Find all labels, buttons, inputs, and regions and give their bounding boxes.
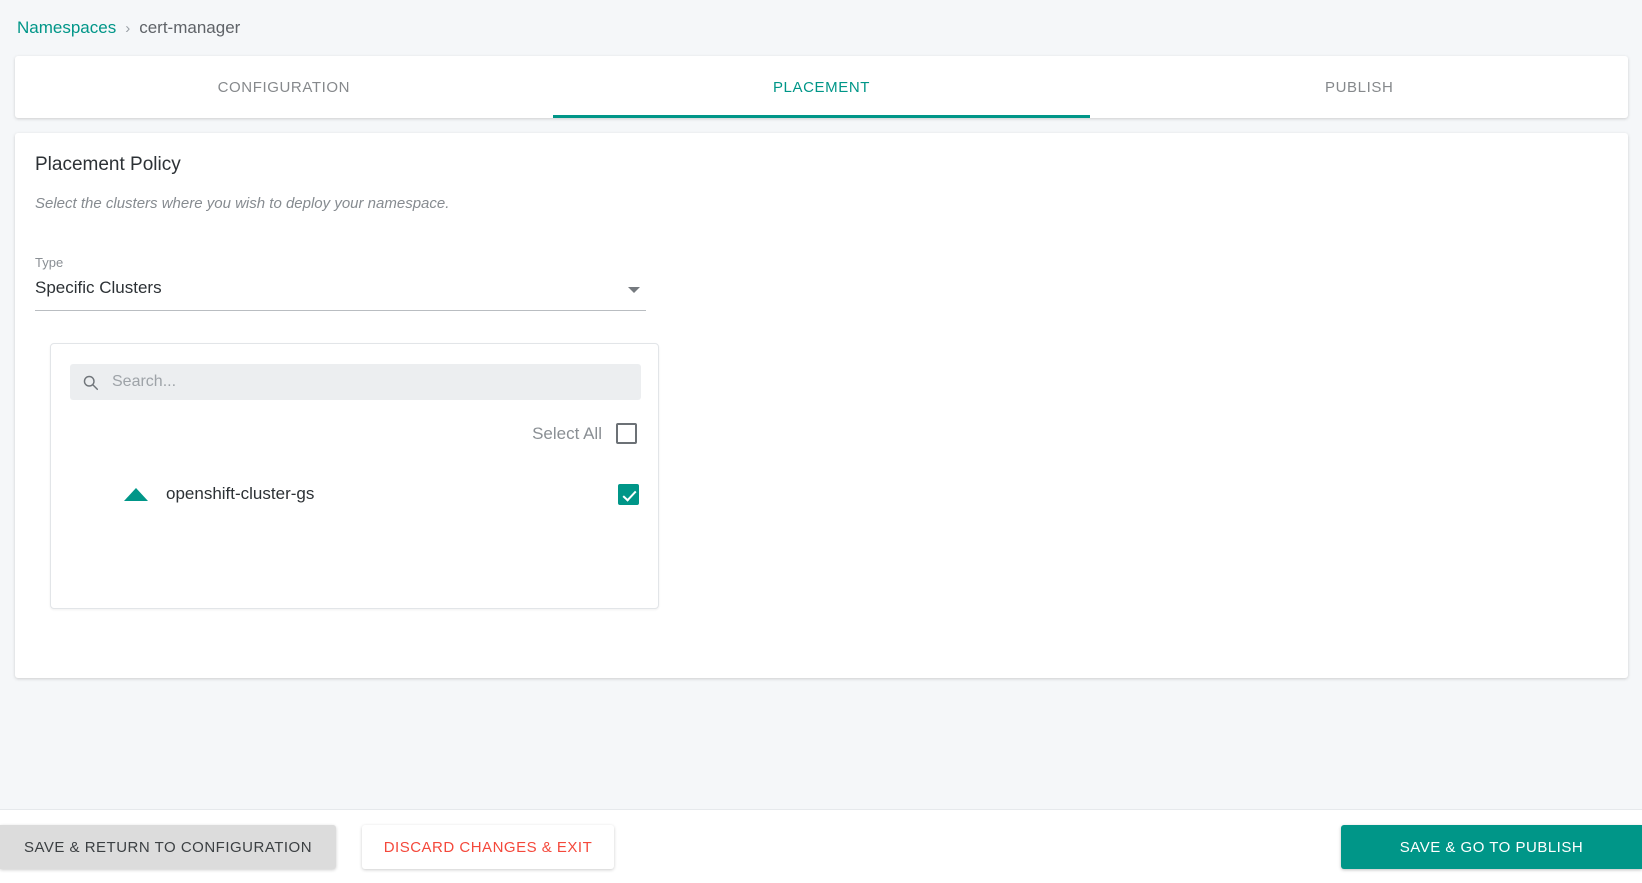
triangle-up-icon: [124, 487, 148, 501]
chevron-down-icon: [628, 287, 640, 293]
type-select-label: Type: [35, 255, 64, 270]
page-title: Placement Policy: [35, 154, 181, 175]
tab-publish-label: PUBLISH: [1324, 78, 1394, 96]
tab-placement-label: PLACEMENT: [772, 78, 871, 96]
select-all-label: Select All: [532, 423, 602, 443]
search-box[interactable]: [70, 364, 641, 400]
tab-configuration-label: CONFIGURATION: [217, 78, 351, 96]
placement-policy-card: Placement Policy Select the clusters whe…: [15, 133, 1628, 678]
tab-bar: CONFIGURATION PLACEMENT PUBLISH: [15, 56, 1628, 118]
breadcrumb-separator-icon: ›: [125, 19, 131, 37]
page-description: Select the clusters where you wish to de…: [35, 195, 450, 212]
select-all-checkbox[interactable]: [616, 423, 637, 444]
tab-placement[interactable]: PLACEMENT: [552, 56, 1091, 118]
list-item[interactable]: openshift-cluster-gs: [70, 477, 639, 511]
tab-publish[interactable]: PUBLISH: [1090, 56, 1628, 118]
type-select-value: Specific Clusters: [35, 278, 162, 297]
tab-configuration[interactable]: CONFIGURATION: [15, 56, 553, 118]
cluster-name-label: openshift-cluster-gs: [166, 484, 315, 503]
search-input[interactable]: [110, 372, 629, 392]
cluster-checkbox[interactable]: [618, 483, 639, 505]
footer-action-bar: SAVE & RETURN TO CONFIGURATION DISCARD C…: [0, 809, 1642, 883]
search-icon: [83, 375, 99, 390]
cluster-selector-panel: Select All openshift-cluster-gs: [50, 343, 659, 609]
select-all-row[interactable]: Select All: [532, 423, 637, 444]
breadcrumb-link-namespaces[interactable]: Namespaces: [17, 18, 116, 38]
type-select-wrapper: Type Specific Clusters: [35, 255, 646, 311]
discard-changes-exit-button[interactable]: DISCARD CHANGES & EXIT: [362, 825, 614, 869]
breadcrumb-current-namespace: cert-manager: [139, 18, 241, 37]
save-return-to-configuration-button[interactable]: SAVE & RETURN TO CONFIGURATION: [0, 825, 336, 869]
save-go-to-publish-button[interactable]: SAVE & GO TO PUBLISH: [1341, 825, 1642, 869]
breadcrumb: Namespaces › cert-manager: [17, 14, 240, 42]
placement-policy-page: Namespaces › cert-manager CONFIGURATION …: [0, 0, 1642, 883]
type-select[interactable]: Specific Clusters: [35, 278, 646, 311]
